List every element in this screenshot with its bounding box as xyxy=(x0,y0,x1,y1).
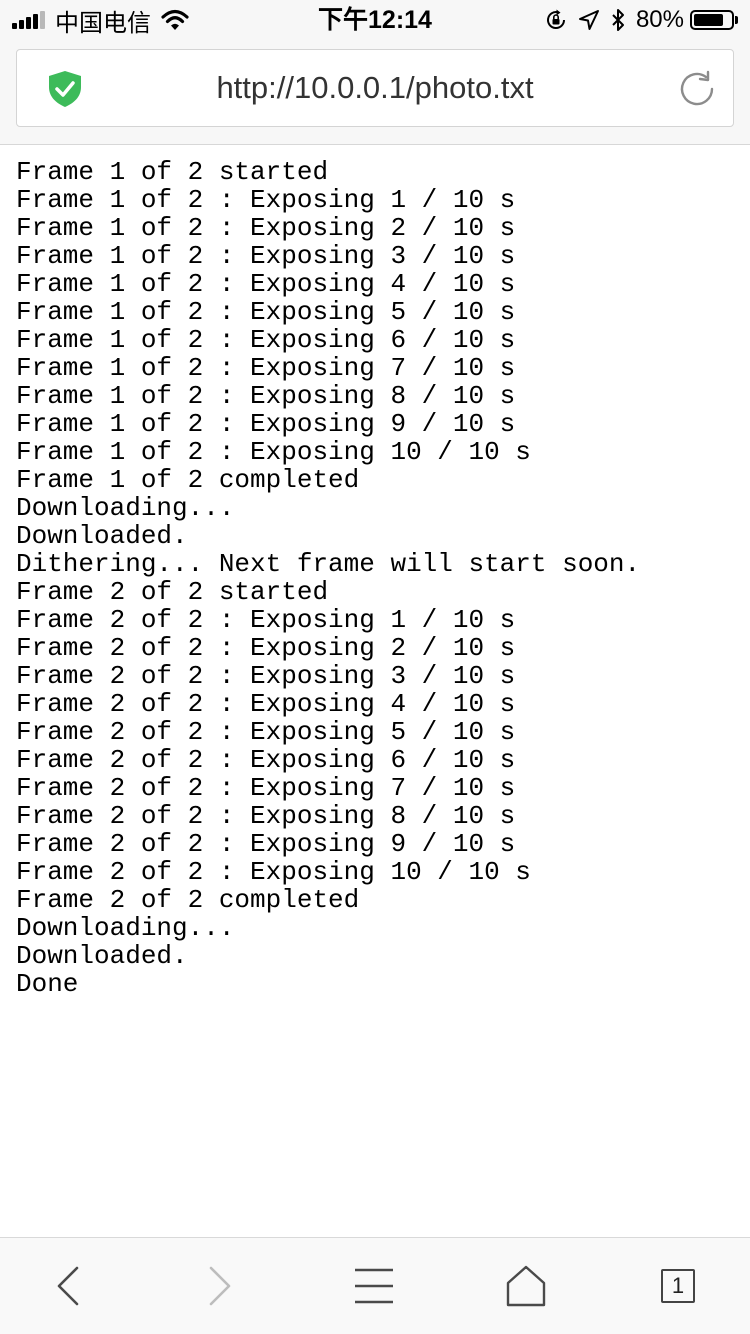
battery-tip xyxy=(735,16,738,24)
text-line: Frame 2 of 2 : Exposing 6 / 10 s xyxy=(16,745,516,775)
text-line: Frame 1 of 2 : Exposing 2 / 10 s xyxy=(16,213,516,243)
text-line: Frame 1 of 2 : Exposing 1 / 10 s xyxy=(16,185,516,215)
text-line: Frame 2 of 2 : Exposing 4 / 10 s xyxy=(16,689,516,719)
battery-percent: 80% xyxy=(635,6,684,33)
text-line: Frame 1 of 2 : Exposing 5 / 10 s xyxy=(16,297,516,327)
text-line: Frame 1 of 2 started xyxy=(16,157,329,187)
text-line: Downloaded. xyxy=(16,521,188,551)
text-line: Frame 2 of 2 : Exposing 3 / 10 s xyxy=(16,661,516,691)
battery-icon xyxy=(690,10,734,30)
text-line: Frame 1 of 2 : Exposing 10 / 10 s xyxy=(16,437,531,467)
text-line: Dithering... Next frame will start soon. xyxy=(16,549,641,579)
text-line: Frame 1 of 2 : Exposing 6 / 10 s xyxy=(16,325,516,355)
text-line: Frame 1 of 2 : Exposing 3 / 10 s xyxy=(16,241,516,271)
location-icon xyxy=(578,9,600,31)
bluetooth-icon xyxy=(610,8,626,32)
text-line: Downloading... xyxy=(16,493,235,523)
text-line: Frame 1 of 2 : Exposing 9 / 10 s xyxy=(16,409,516,439)
back-arrow-icon[interactable] xyxy=(46,1264,90,1308)
status-bar: 中国电信 下午12:14 80% xyxy=(0,0,750,40)
tabs-count: 1 xyxy=(661,1269,695,1303)
text-line: Frame 2 of 2 completed xyxy=(16,885,360,915)
tabs-button[interactable]: 1 xyxy=(656,1264,700,1308)
text-line: Frame 1 of 2 : Exposing 4 / 10 s xyxy=(16,269,516,299)
text-line: Frame 2 of 2 : Exposing 7 / 10 s xyxy=(16,773,516,803)
text-line: Frame 2 of 2 : Exposing 5 / 10 s xyxy=(16,717,516,747)
text-line: Downloading... xyxy=(16,913,235,943)
text-content: Frame 1 of 2 started Frame 1 of 2 : Expos… xyxy=(16,158,741,998)
text-line: Downloaded. xyxy=(16,941,188,971)
text-line: Frame 2 of 2 : Exposing 8 / 10 s xyxy=(16,801,516,831)
rotation-lock-icon xyxy=(544,8,568,32)
text-line: Frame 1 of 2 : Exposing 7 / 10 s xyxy=(16,353,516,383)
home-icon[interactable] xyxy=(504,1264,548,1308)
forward-arrow-icon[interactable] xyxy=(198,1264,242,1308)
shield-check-icon xyxy=(47,70,83,108)
text-line: Frame 2 of 2 started xyxy=(16,577,329,607)
text-line: Frame 2 of 2 : Exposing 10 / 10 s xyxy=(16,857,531,887)
status-right: 80% xyxy=(534,4,738,36)
text-line: Frame 2 of 2 : Exposing 9 / 10 s xyxy=(16,829,516,859)
address-bar[interactable]: http://10.0.0.1/photo.txt xyxy=(16,49,734,127)
menu-icon[interactable] xyxy=(352,1264,396,1308)
text-line: Frame 2 of 2 : Exposing 2 / 10 s xyxy=(16,633,516,663)
text-line: Done xyxy=(16,969,79,999)
address-bar-area: http://10.0.0.1/photo.txt xyxy=(0,40,750,145)
url-text[interactable]: http://10.0.0.1/photo.txt xyxy=(107,50,643,126)
reload-icon[interactable] xyxy=(677,69,717,109)
text-line: Frame 1 of 2 completed xyxy=(16,465,360,495)
bottom-toolbar: 1 xyxy=(0,1237,750,1334)
text-line: Frame 1 of 2 : Exposing 8 / 10 s xyxy=(16,381,516,411)
text-line: Frame 2 of 2 : Exposing 1 / 10 s xyxy=(16,605,516,635)
